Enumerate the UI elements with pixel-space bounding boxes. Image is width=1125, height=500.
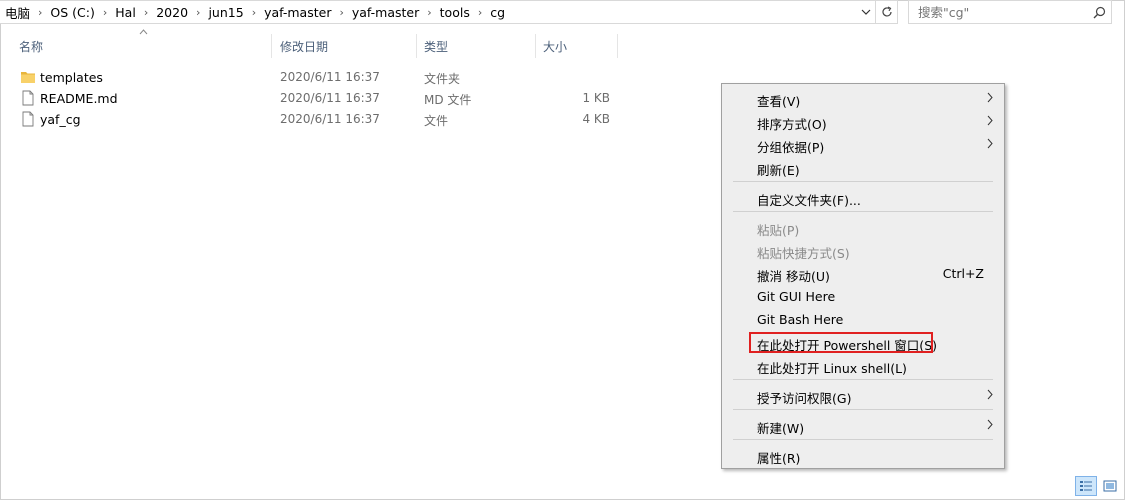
folder-icon bbox=[21, 72, 35, 83]
address-bar[interactable]: 电脑 › OS (C:) › Hal › 2020 › jun15 › yaf-… bbox=[0, 0, 876, 24]
file-size: 4 KB bbox=[582, 112, 610, 126]
chevron-right-icon[interactable]: › bbox=[192, 6, 204, 19]
file-type: MD 文件 bbox=[424, 93, 472, 107]
crumb-hal[interactable]: Hal bbox=[111, 5, 140, 20]
column-header-size-label: 大小 bbox=[543, 39, 568, 54]
menu-item-paste-shortcut: 粘贴快捷方式(S) bbox=[722, 239, 1004, 262]
menu-separator bbox=[733, 439, 993, 440]
chevron-right-icon bbox=[987, 138, 993, 149]
menu-item-label: Git Bash Here bbox=[757, 312, 844, 327]
file-type: 文件夹 bbox=[424, 72, 461, 86]
menu-item-label: 在此处打开 Linux shell(L) bbox=[757, 361, 907, 376]
menu-item-label: Git GUI Here bbox=[757, 289, 836, 304]
file-date: 2020/6/11 16:37 bbox=[280, 91, 380, 105]
search-box[interactable] bbox=[908, 0, 1112, 24]
details-view-button[interactable] bbox=[1075, 476, 1097, 496]
menu-item-label: 分组依据(P) bbox=[757, 140, 825, 155]
menu-separator bbox=[733, 409, 993, 410]
search-icon[interactable] bbox=[1087, 6, 1111, 19]
chevron-right-icon bbox=[987, 419, 993, 430]
menu-item-view[interactable]: 查看(V) bbox=[722, 87, 1004, 110]
column-header-size[interactable]: 大小 bbox=[536, 34, 618, 58]
chevron-right-icon[interactable]: › bbox=[140, 6, 152, 19]
menu-item-new[interactable]: 新建(W) bbox=[722, 414, 1004, 437]
breadcrumb: 电脑 › OS (C:) › Hal › 2020 › jun15 › yaf-… bbox=[0, 3, 856, 22]
menu-item-label: 新建(W) bbox=[757, 421, 805, 436]
file-row-yaf-cg[interactable]: yaf_cg 2020/6/11 16:37 文件 4 KB bbox=[16, 109, 616, 130]
refresh-button[interactable] bbox=[876, 0, 898, 24]
document-icon bbox=[22, 90, 34, 106]
menu-item-grant-access[interactable]: 授予访问权限(G) bbox=[722, 384, 1004, 407]
chevron-down-icon bbox=[861, 9, 871, 15]
crumb-2020[interactable]: 2020 bbox=[152, 5, 192, 20]
chevron-right-icon[interactable]: › bbox=[423, 6, 435, 19]
details-view-icon bbox=[1080, 481, 1092, 491]
menu-item-group[interactable]: 分组依据(P) bbox=[722, 133, 1004, 156]
menu-item-label: 属性(R) bbox=[757, 451, 801, 466]
crumb-pc[interactable]: 电脑 bbox=[1, 3, 34, 22]
chevron-right-icon[interactable]: › bbox=[99, 6, 111, 19]
crumb-yaf-master[interactable]: yaf-master bbox=[260, 5, 335, 20]
crumb-tools[interactable]: tools bbox=[436, 5, 474, 20]
file-date: 2020/6/11 16:37 bbox=[280, 70, 380, 84]
crumb-yaf-master-inner[interactable]: yaf-master bbox=[348, 5, 423, 20]
chevron-right-icon bbox=[987, 115, 993, 126]
column-header-type-label: 类型 bbox=[424, 39, 449, 54]
menu-item-label: 撤消 移动(U) bbox=[757, 269, 830, 284]
menu-item-git-gui[interactable]: Git GUI Here bbox=[722, 285, 1004, 308]
chevron-right-icon bbox=[987, 92, 993, 103]
column-header-date[interactable]: 修改日期 bbox=[272, 34, 417, 58]
menu-item-label: 粘贴(P) bbox=[757, 223, 800, 238]
column-header-type[interactable]: 类型 bbox=[417, 34, 536, 58]
file-size: 1 KB bbox=[582, 91, 610, 105]
menu-item-label: 查看(V) bbox=[757, 94, 801, 109]
menu-item-open-linux-shell[interactable]: 在此处打开 Linux shell(L) bbox=[722, 354, 1004, 377]
column-header-date-label: 修改日期 bbox=[280, 39, 329, 54]
crumb-drive[interactable]: OS (C:) bbox=[46, 5, 98, 20]
menu-item-label: 刷新(E) bbox=[757, 163, 800, 178]
crumb-cg[interactable]: cg bbox=[486, 5, 509, 20]
menu-item-customize-folder[interactable]: 自定义文件夹(F)... bbox=[722, 186, 1004, 209]
menu-item-label: 授予访问权限(G) bbox=[757, 391, 852, 406]
large-icons-view-icon bbox=[1103, 480, 1117, 492]
menu-item-label: 排序方式(O) bbox=[757, 117, 827, 132]
menu-item-label: 粘贴快捷方式(S) bbox=[757, 246, 850, 261]
menu-separator bbox=[733, 211, 993, 212]
large-icons-view-button[interactable] bbox=[1099, 476, 1121, 496]
refresh-icon bbox=[881, 6, 892, 17]
chevron-right-icon[interactable]: › bbox=[248, 6, 260, 19]
document-icon bbox=[22, 111, 34, 127]
menu-separator bbox=[733, 181, 993, 182]
chevron-right-icon[interactable]: › bbox=[34, 6, 46, 19]
menu-separator bbox=[733, 379, 993, 380]
file-row-readme[interactable]: README.md 2020/6/11 16:37 MD 文件 1 KB bbox=[16, 88, 616, 109]
file-row-templates[interactable]: templates 2020/6/11 16:37 文件夹 bbox=[16, 67, 616, 88]
menu-item-undo-move[interactable]: 撤消 移动(U) Ctrl+Z bbox=[722, 262, 1004, 285]
file-name: README.md bbox=[40, 91, 118, 106]
menu-item-properties[interactable]: 属性(R) bbox=[722, 444, 1004, 467]
file-name: templates bbox=[40, 70, 103, 85]
menu-item-shortcut: Ctrl+Z bbox=[942, 266, 984, 281]
menu-item-sort[interactable]: 排序方式(O) bbox=[722, 110, 1004, 133]
highlight-box bbox=[749, 332, 933, 353]
chevron-right-icon[interactable]: › bbox=[335, 6, 347, 19]
column-header-name[interactable]: 名称 bbox=[17, 34, 272, 58]
file-name: yaf_cg bbox=[40, 112, 81, 127]
menu-item-label: 自定义文件夹(F)... bbox=[757, 193, 861, 208]
chevron-right-icon bbox=[987, 389, 993, 400]
context-menu: 查看(V) 排序方式(O) 分组依据(P) 刷新(E) 自定义文件夹(F)...… bbox=[721, 83, 1005, 469]
menu-item-paste: 粘贴(P) bbox=[722, 216, 1004, 239]
column-header-name-label: 名称 bbox=[19, 39, 44, 54]
chevron-right-icon[interactable]: › bbox=[474, 6, 486, 19]
file-date: 2020/6/11 16:37 bbox=[280, 112, 380, 126]
crumb-jun15[interactable]: jun15 bbox=[204, 5, 247, 20]
menu-item-refresh[interactable]: 刷新(E) bbox=[722, 156, 1004, 179]
menu-item-git-bash[interactable]: Git Bash Here bbox=[722, 308, 1004, 331]
search-input[interactable] bbox=[918, 4, 1087, 20]
address-history-button[interactable] bbox=[856, 1, 875, 23]
file-type: 文件 bbox=[424, 114, 449, 128]
